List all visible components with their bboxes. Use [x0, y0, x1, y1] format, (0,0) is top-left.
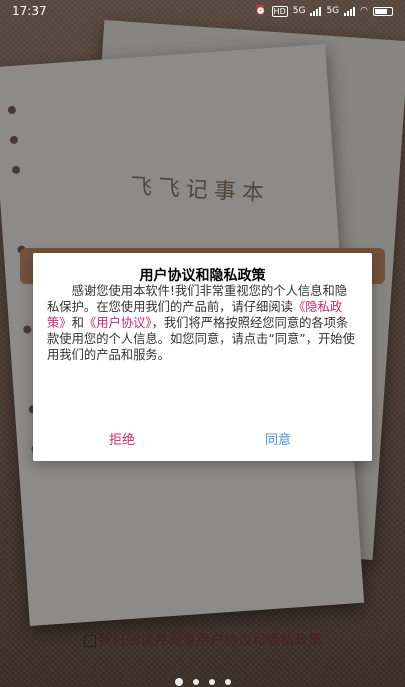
- dialog-title: 用户协议和隐私政策: [139, 268, 266, 284]
- network-type-label: 5G: [292, 6, 306, 16]
- dialog-and-text: 和: [71, 316, 84, 330]
- status-icons: ⏰ HD 5G 5G ◠: [255, 5, 393, 17]
- page-dot: [192, 679, 199, 685]
- refuse-button[interactable]: 拒绝: [109, 429, 135, 448]
- wifi-icon: ◠: [360, 6, 368, 16]
- network-type-label-2: 5G: [326, 6, 340, 16]
- agree-button[interactable]: 同意: [265, 429, 291, 448]
- privacy-dialog: 用户协议和隐私政策 感谢您使用本软件!我们非常重视您的个人信息和隐私保护。在您使…: [33, 253, 372, 461]
- page-dot: [224, 679, 231, 685]
- user-agreement-link[interactable]: 《用户协议》: [84, 316, 152, 330]
- page-dot: [174, 678, 183, 686]
- battery-icon: [373, 6, 393, 16]
- alarm-icon: ⏰: [255, 6, 267, 16]
- status-time: 17:37: [12, 4, 47, 18]
- signal-icon: [310, 6, 322, 16]
- page-dot: [208, 679, 215, 685]
- signal-icon-2: [344, 6, 356, 16]
- dialog-body: 感谢您使用本软件!我们非常重视您的个人信息和隐私保护。在您使用我们的产品前，请仔…: [47, 283, 358, 363]
- status-bar: 17:37 ⏰ HD 5G 5G ◠: [0, 0, 405, 22]
- hd-icon: HD: [271, 5, 288, 17]
- page-indicator: [0, 678, 405, 686]
